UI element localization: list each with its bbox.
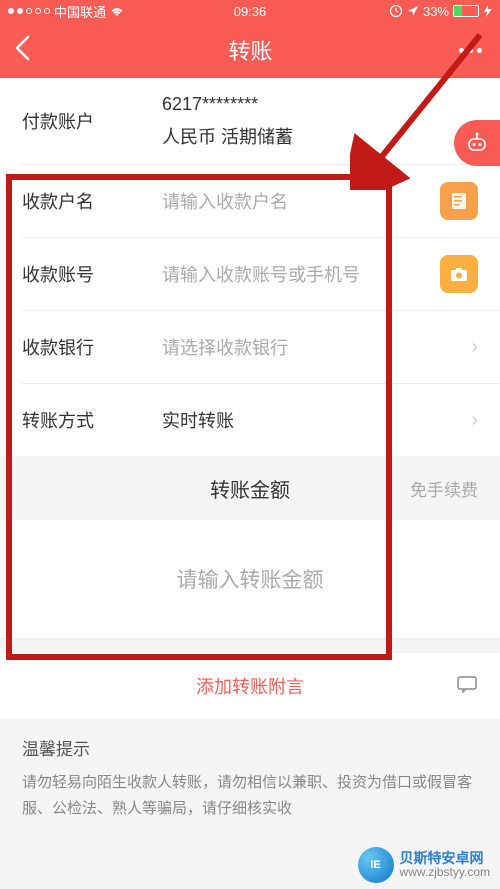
payer-account-number: 6217******** <box>162 94 258 114</box>
payer-label: 付款账户 <box>22 108 122 134</box>
payee-acct-label: 收款账号 <box>22 261 122 287</box>
payee-acct-input[interactable]: 请输入收款账号或手机号 <box>122 261 430 287</box>
camera-icon <box>448 263 470 285</box>
camera-button[interactable] <box>440 255 478 293</box>
payee-bank-label: 收款银行 <box>22 334 122 360</box>
payer-account-row[interactable]: 付款账户 6217******** 人民币 活期储蓄 <box>0 78 500 164</box>
payer-value: 6217******** 人民币 活期储蓄 <box>122 94 478 149</box>
signal-dots <box>8 8 50 14</box>
status-time: 09:36 <box>234 4 267 19</box>
payee-name-row[interactable]: 收款户名 请输入收款户名 <box>0 165 500 237</box>
status-right: 33% <box>389 4 492 19</box>
method-label: 转账方式 <box>22 407 122 433</box>
location-icon <box>407 5 419 17</box>
charging-icon <box>484 5 492 17</box>
chevron-right-icon: › <box>463 336 478 359</box>
add-note-row[interactable]: 添加转账附言 <box>0 653 500 719</box>
robot-icon <box>464 130 490 156</box>
fee-free-label: 免手续费 <box>388 476 478 501</box>
wifi-icon <box>110 6 124 17</box>
tip-body: 请勿轻易向陌生收款人转账，请勿相信以兼职、投资为借口或假冒客服、公检法、熟人等骗… <box>22 770 478 821</box>
status-bar: 中国联通 09:36 33% <box>0 0 500 22</box>
nav-title: 转账 <box>42 34 459 66</box>
back-button[interactable] <box>14 35 42 66</box>
assistant-button[interactable] <box>454 120 500 166</box>
carrier-label: 中国联通 <box>54 2 106 21</box>
transfer-method-row[interactable]: 转账方式 实时转账 › <box>0 384 500 456</box>
watermark-logo: IE <box>358 847 394 883</box>
watermark-line1: 贝斯特安卓网 <box>400 851 490 866</box>
payee-bank-select[interactable]: 请选择收款银行 <box>122 334 463 360</box>
battery-pct: 33% <box>423 4 449 19</box>
payee-bank-row[interactable]: 收款银行 请选择收款银行 › <box>0 311 500 383</box>
status-left: 中国联通 <box>8 2 124 21</box>
watermark-line2: www.zjbstyy.com <box>400 866 490 879</box>
message-icon <box>456 673 478 700</box>
contacts-icon <box>449 191 469 211</box>
chevron-right-icon: › <box>463 409 478 432</box>
add-note-link[interactable]: 添加转账附言 <box>196 673 304 699</box>
tip-title: 温馨提示 <box>22 735 478 760</box>
payee-acct-row[interactable]: 收款账号 请输入收款账号或手机号 <box>0 238 500 310</box>
content: 付款账户 6217******** 人民币 活期储蓄 收款户名 请输入收款户名 … <box>0 78 500 821</box>
amount-input[interactable]: 请输入转账金额 <box>0 520 500 638</box>
battery-icon <box>453 5 479 17</box>
method-value: 实时转账 <box>122 407 463 433</box>
amount-title: 转账金额 <box>112 474 388 503</box>
more-button[interactable] <box>459 48 486 53</box>
watermark: IE 贝斯特安卓网 www.zjbstyy.com <box>358 847 490 883</box>
amount-header: 转账金额 免手续费 <box>0 456 500 520</box>
payee-name-label: 收款户名 <box>22 188 122 214</box>
payee-name-input[interactable]: 请输入收款户名 <box>122 188 430 214</box>
rotation-lock-icon <box>389 4 403 18</box>
nav-bar: 转账 <box>0 22 500 78</box>
tip-block: 温馨提示 请勿轻易向陌生收款人转账，请勿相信以兼职、投资为借口或假冒客服、公检法… <box>0 719 500 821</box>
payer-account-sub: 人民币 活期储蓄 <box>162 123 478 149</box>
contacts-button[interactable] <box>440 182 478 220</box>
